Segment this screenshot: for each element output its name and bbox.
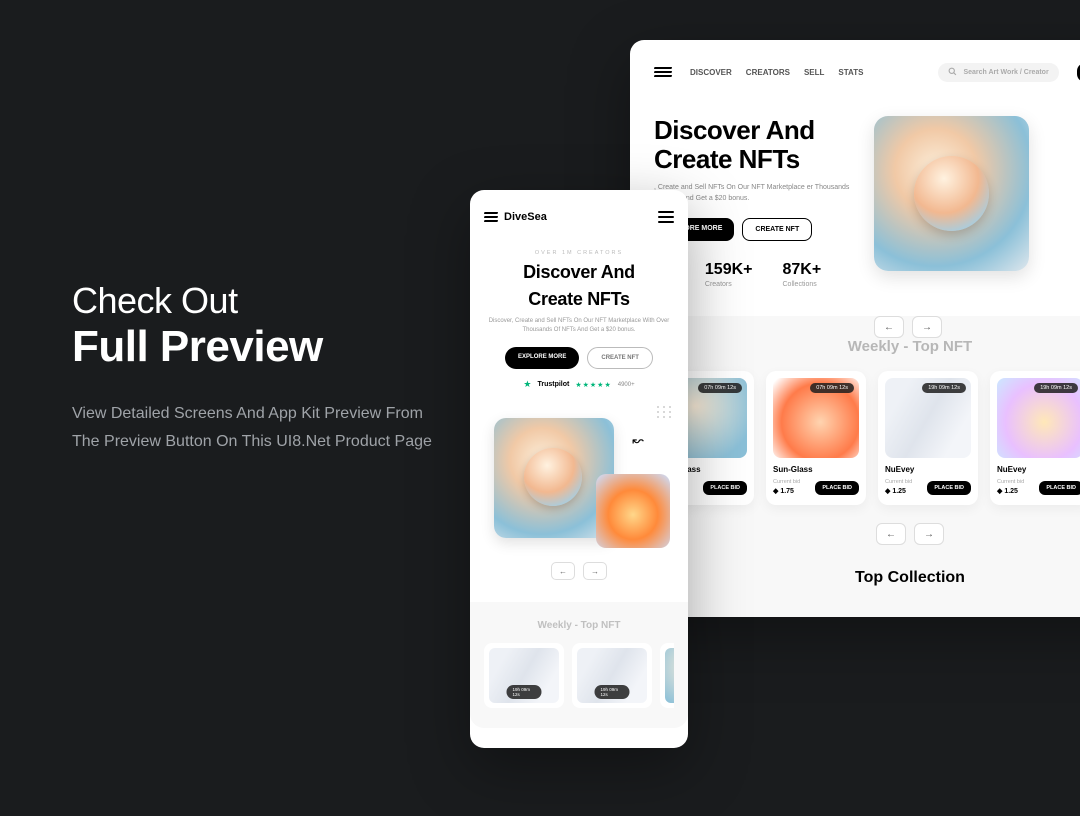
nft-card-row: 19h 09m 12s 19h 09m 12s 19h 09m 12s <box>484 643 674 708</box>
nft-thumb: 19h 09m 12s <box>489 648 559 703</box>
nft-thumb: 19h 09m 12s <box>997 378 1080 458</box>
timer-badge: 07h 09m 12s <box>810 383 854 393</box>
nav-links: DISCOVER CREATORS SELL STATS <box>690 68 863 77</box>
brand[interactable]: DiveSea <box>484 211 547 223</box>
nft-thumb: 19h 09m 12s <box>665 648 674 703</box>
place-bid-button[interactable]: PLACE BID <box>815 481 859 495</box>
hero-next-button[interactable]: → <box>912 316 942 338</box>
hero-next-button[interactable]: → <box>583 562 607 580</box>
nft-card[interactable]: 19h 09m 12s NuEvey Current bid ◆ 1.25 PLAC… <box>990 371 1080 505</box>
bid-label: Current bid <box>885 479 912 485</box>
desktop-nav: DISCOVER CREATORS SELL STATS Search Art … <box>654 58 1080 86</box>
place-bid-button[interactable]: PLACE BID <box>703 481 747 495</box>
timer-badge: 07h 09m 12s <box>698 383 742 393</box>
hero-art-mobile: ↜ <box>484 408 674 558</box>
bid-value: ◆ 1.25 <box>885 487 912 495</box>
hero-nft-secondary <box>596 474 670 548</box>
nav-creators[interactable]: CREATORS <box>746 68 790 77</box>
nft-name: NuEvey <box>997 465 1080 474</box>
nft-name: Sun-Glass <box>773 465 859 474</box>
top-collection-title: Top Collection <box>654 569 1080 587</box>
nft-name: NuEvey <box>885 465 971 474</box>
timer-badge: 19h 09m 12s <box>922 383 966 393</box>
search-input[interactable]: Search Art Work / Creator <box>938 63 1058 82</box>
nft-card[interactable]: 19h 09m 12s <box>572 643 652 708</box>
search-placeholder: Search Art Work / Creator <box>963 69 1048 76</box>
bid-value: ◆ 1.25 <box>997 487 1024 495</box>
nav-sell[interactable]: SELL <box>804 68 824 77</box>
timer-badge: 19h 09m 12s <box>595 685 630 699</box>
bid-label: Current bid <box>997 479 1024 485</box>
desktop-mockup: DISCOVER CREATORS SELL STATS Search Art … <box>630 40 1080 617</box>
promo-block: Check Out Full Preview View Detailed Scr… <box>72 280 432 456</box>
create-nft-button[interactable]: CREATE NFT <box>587 347 653 369</box>
hero-title-line2: Create NFTs <box>484 289 674 310</box>
weekly-title: Weekly - Top NFT <box>484 620 674 631</box>
brand-name: DiveSea <box>504 211 547 223</box>
hero-title-line1: Discover And <box>484 262 674 283</box>
cards-prev-button[interactable]: ← <box>876 523 906 545</box>
bid-value: ◆ 1.75 <box>773 487 800 495</box>
nft-thumb: 07h 09m 12s <box>773 378 859 458</box>
hero-prev-button[interactable]: ← <box>551 562 575 580</box>
hero-title-line1: Discover And <box>654 116 854 145</box>
timer-badge: 19h 09m 12s <box>507 685 542 699</box>
nft-card[interactable]: 19h 09m 12s <box>484 643 564 708</box>
nav-stats[interactable]: STATS <box>838 68 863 77</box>
rating-stars-icon: ★★★★★ <box>575 381 611 389</box>
trustpilot-star-icon: ★ <box>523 379 531 390</box>
mobile-mockup: DiveSea OVER 1M CREATORS Discover And Cr… <box>470 190 688 748</box>
hero-art: ↜ ← → <box>874 116 1080 288</box>
promo-body: View Detailed Screens And App Kit Previe… <box>72 400 432 456</box>
weekly-section: Weekly - Top NFT 07h 09m 12s Sun-Glass C… <box>630 316 1080 617</box>
trustpilot-row: ★ Trustpilot ★★★★★ 4900+ <box>484 379 674 390</box>
nav-discover[interactable]: DISCOVER <box>690 68 732 77</box>
weekly-title: Weekly - Top NFT <box>654 338 1080 355</box>
doodle-arrow-icon: ↜ <box>632 432 644 449</box>
promo-heading-1: Check Out <box>72 280 432 321</box>
cards-next-button[interactable]: → <box>914 523 944 545</box>
place-bid-button[interactable]: PLACE BID <box>1039 481 1080 495</box>
promo-heading-2: Full Preview <box>72 323 432 371</box>
bid-label: Current bid <box>773 479 800 485</box>
weekly-section-mobile: Weekly - Top NFT 19h 09m 12s 19h 09m 12s… <box>470 602 688 728</box>
trustpilot-count: 4900+ <box>618 382 635 388</box>
wave-logo-icon <box>654 67 672 77</box>
hero-title-line2: Create NFTs <box>654 145 854 174</box>
decorative-dots-icon <box>657 406 672 418</box>
search-icon <box>948 67 957 78</box>
trustpilot-label: Trustpilot <box>537 381 569 388</box>
nft-card[interactable]: 19h 09m 12s <box>660 643 674 708</box>
wave-logo-icon <box>484 212 498 222</box>
explore-more-button[interactable]: EXPLORE MORE <box>505 347 579 369</box>
nft-card-row: 07h 09m 12s Sun-Glass Current bid ◆ 1.75 P… <box>654 371 1080 505</box>
hero-prev-button[interactable]: ← <box>874 316 904 338</box>
nft-thumb: 19h 09m 12s <box>577 648 647 703</box>
hamburger-icon[interactable] <box>658 211 674 223</box>
hero-nft-primary <box>874 116 1029 271</box>
create-nft-button[interactable]: CREATE NFT <box>742 218 812 241</box>
hero-subtitle: Discover, Create and Sell NFTs On Our NF… <box>484 317 674 335</box>
timer-badge: 19h 09m 12s <box>1034 383 1078 393</box>
overline: OVER 1M CREATORS <box>484 250 674 256</box>
stat-3: 87K+Collections <box>783 261 822 288</box>
stat-2: 159K+Creators <box>705 261 753 288</box>
nft-thumb: 19h 09m 12s <box>885 378 971 458</box>
nft-card[interactable]: 19h 09m 12s NuEvey Current bid ◆ 1.25 PLAC… <box>878 371 978 505</box>
nft-card[interactable]: 07h 09m 12s Sun-Glass Current bid ◆ 1.75 P… <box>766 371 866 505</box>
place-bid-button[interactable]: PLACE BID <box>927 481 971 495</box>
